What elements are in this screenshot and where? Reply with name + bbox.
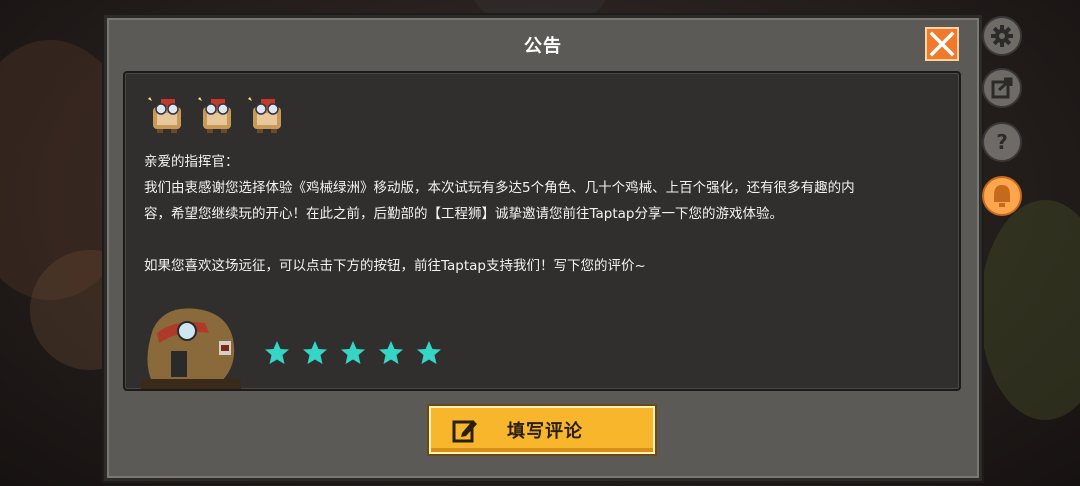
star-icon[interactable]: [263, 339, 291, 367]
star-icon[interactable]: [339, 339, 367, 367]
announcement-dialog: 公告 亲爱的指挥官： 我们由衷感谢您选择体验《鸡械绿洲》移动版，本次试玩有多达5…: [104, 15, 982, 481]
notice-button[interactable]: [982, 176, 1022, 216]
mascot-row: [147, 93, 287, 135]
close-button[interactable]: [925, 27, 959, 61]
write-review-button[interactable]: 填写评论: [429, 406, 655, 454]
mascot-icon: [198, 97, 231, 133]
rating-stars: [263, 339, 443, 367]
star-icon[interactable]: [377, 339, 405, 367]
body-paragraph: 如果您喜欢这场远征，可以点击下方的按钮，前往Taptap支持我们！写下您的评价~: [144, 258, 646, 274]
mascot-icon: [148, 97, 181, 133]
mascot-icon: [248, 97, 281, 133]
help-button[interactable]: ?: [982, 122, 1022, 162]
body-paragraph: 容，希望您继续玩的开心！在此之前，后勤部的【工程狮】诚挚邀请您前往Taptap分…: [144, 206, 783, 222]
dialog-title: 公告: [524, 36, 562, 57]
announcement-text: 亲爱的指挥官： 我们由衷感谢您选择体验《鸡械绿洲》移动版，本次试玩有多达5个角色…: [144, 149, 944, 279]
edit-icon: [452, 420, 477, 443]
star-icon[interactable]: [301, 339, 329, 367]
share-icon: [991, 77, 1013, 99]
body-paragraph: 我们由衷感谢您选择体验《鸡械绿洲》移动版，本次试玩有多达5个角色、几十个鸡械、上…: [144, 180, 855, 196]
announcement-content: 亲爱的指挥官： 我们由衷感谢您选择体验《鸡械绿洲》移动版，本次试玩有多达5个角色…: [123, 71, 961, 391]
commander-avatar: [141, 308, 241, 389]
close-icon: [929, 31, 955, 57]
notice-icon: [994, 185, 1010, 207]
star-icon[interactable]: [415, 339, 443, 367]
help-icon: ?: [996, 130, 1008, 154]
write-review-label: 填写评论: [507, 421, 583, 442]
background-scene: [980, 200, 1080, 420]
share-button[interactable]: [982, 68, 1022, 108]
gear-icon: [991, 25, 1013, 47]
settings-button[interactable]: [982, 16, 1022, 56]
greeting-text: 亲爱的指挥官：: [144, 154, 239, 170]
